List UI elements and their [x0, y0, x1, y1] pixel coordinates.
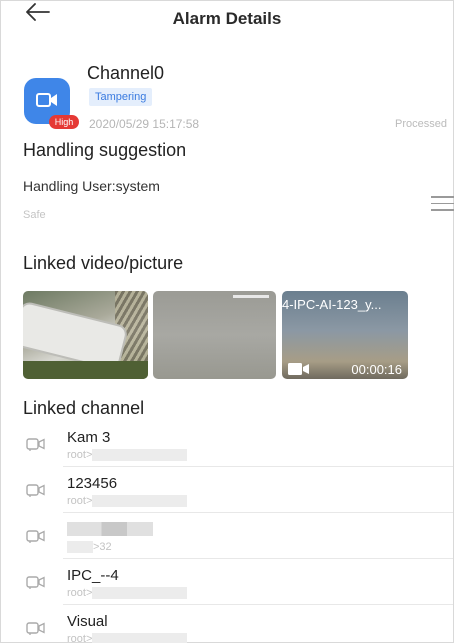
alarm-timestamp: 2020/05/29 15:17:58 — [89, 117, 200, 131]
camera-icon — [26, 438, 45, 451]
status-label: Processed — [395, 118, 447, 130]
linked-media-strip: 4-IPC-AI-123_y... 00:00:16 — [23, 291, 443, 379]
channel-path: root> — [67, 495, 188, 508]
linked-channel-list: Kam 3 root> 123456 root> >32 IPC_--4 roo… — [1, 421, 453, 643]
list-item[interactable]: >32 — [1, 513, 453, 559]
page-title: Alarm Details — [172, 9, 282, 28]
channel-path: root> — [67, 633, 188, 643]
alarm-summary: High Channel0 Tampering 2020/05/29 15:17… — [1, 57, 453, 137]
channel-name-redacted — [67, 522, 153, 536]
list-item[interactable]: Visual root> — [1, 605, 453, 643]
video-duration: 00:00:16 — [351, 362, 402, 377]
camera-icon — [26, 576, 45, 589]
picture-thumbnail[interactable] — [23, 291, 148, 379]
event-type-tag: Tampering — [89, 88, 153, 106]
top-bar: Alarm Details — [1, 1, 453, 35]
camera-icon — [36, 93, 57, 107]
video-filename: 4-IPC-AI-123_y... — [282, 297, 382, 312]
channel-path: >32 — [67, 541, 112, 554]
priority-badge: High — [49, 115, 79, 129]
channel-path: root> — [67, 449, 188, 462]
video-camera-icon — [288, 363, 309, 375]
linked-media-heading: Linked video/picture — [23, 253, 184, 273]
channel-name: 123456 — [67, 475, 118, 492]
list-item[interactable]: 123456 root> — [1, 467, 453, 513]
handling-user: Handling User:system — [23, 178, 160, 194]
camera-icon — [26, 530, 45, 543]
channel-name: Visual — [67, 613, 108, 630]
channel-name: IPC_--4 — [67, 567, 119, 584]
camera-icon — [26, 622, 45, 635]
menu-icon[interactable] — [431, 196, 454, 214]
handling-suggestion-heading: Handling suggestion — [23, 140, 187, 160]
handling-note: Safe — [23, 209, 46, 221]
list-item[interactable]: Kam 3 root> — [1, 421, 453, 467]
camera-icon — [26, 484, 45, 497]
channel-path: root> — [67, 587, 188, 600]
list-item[interactable]: IPC_--4 root> — [1, 559, 453, 605]
linked-channel-heading: Linked channel — [23, 398, 145, 418]
picture-thumbnail[interactable] — [153, 291, 276, 379]
video-thumbnail[interactable]: 4-IPC-AI-123_y... 00:00:16 — [282, 291, 408, 379]
channel-name: Kam 3 — [67, 429, 111, 446]
alarm-details-page: Alarm Details High Channel0 Tampering 20… — [0, 0, 454, 643]
channel-name: Channel0 — [87, 63, 165, 83]
